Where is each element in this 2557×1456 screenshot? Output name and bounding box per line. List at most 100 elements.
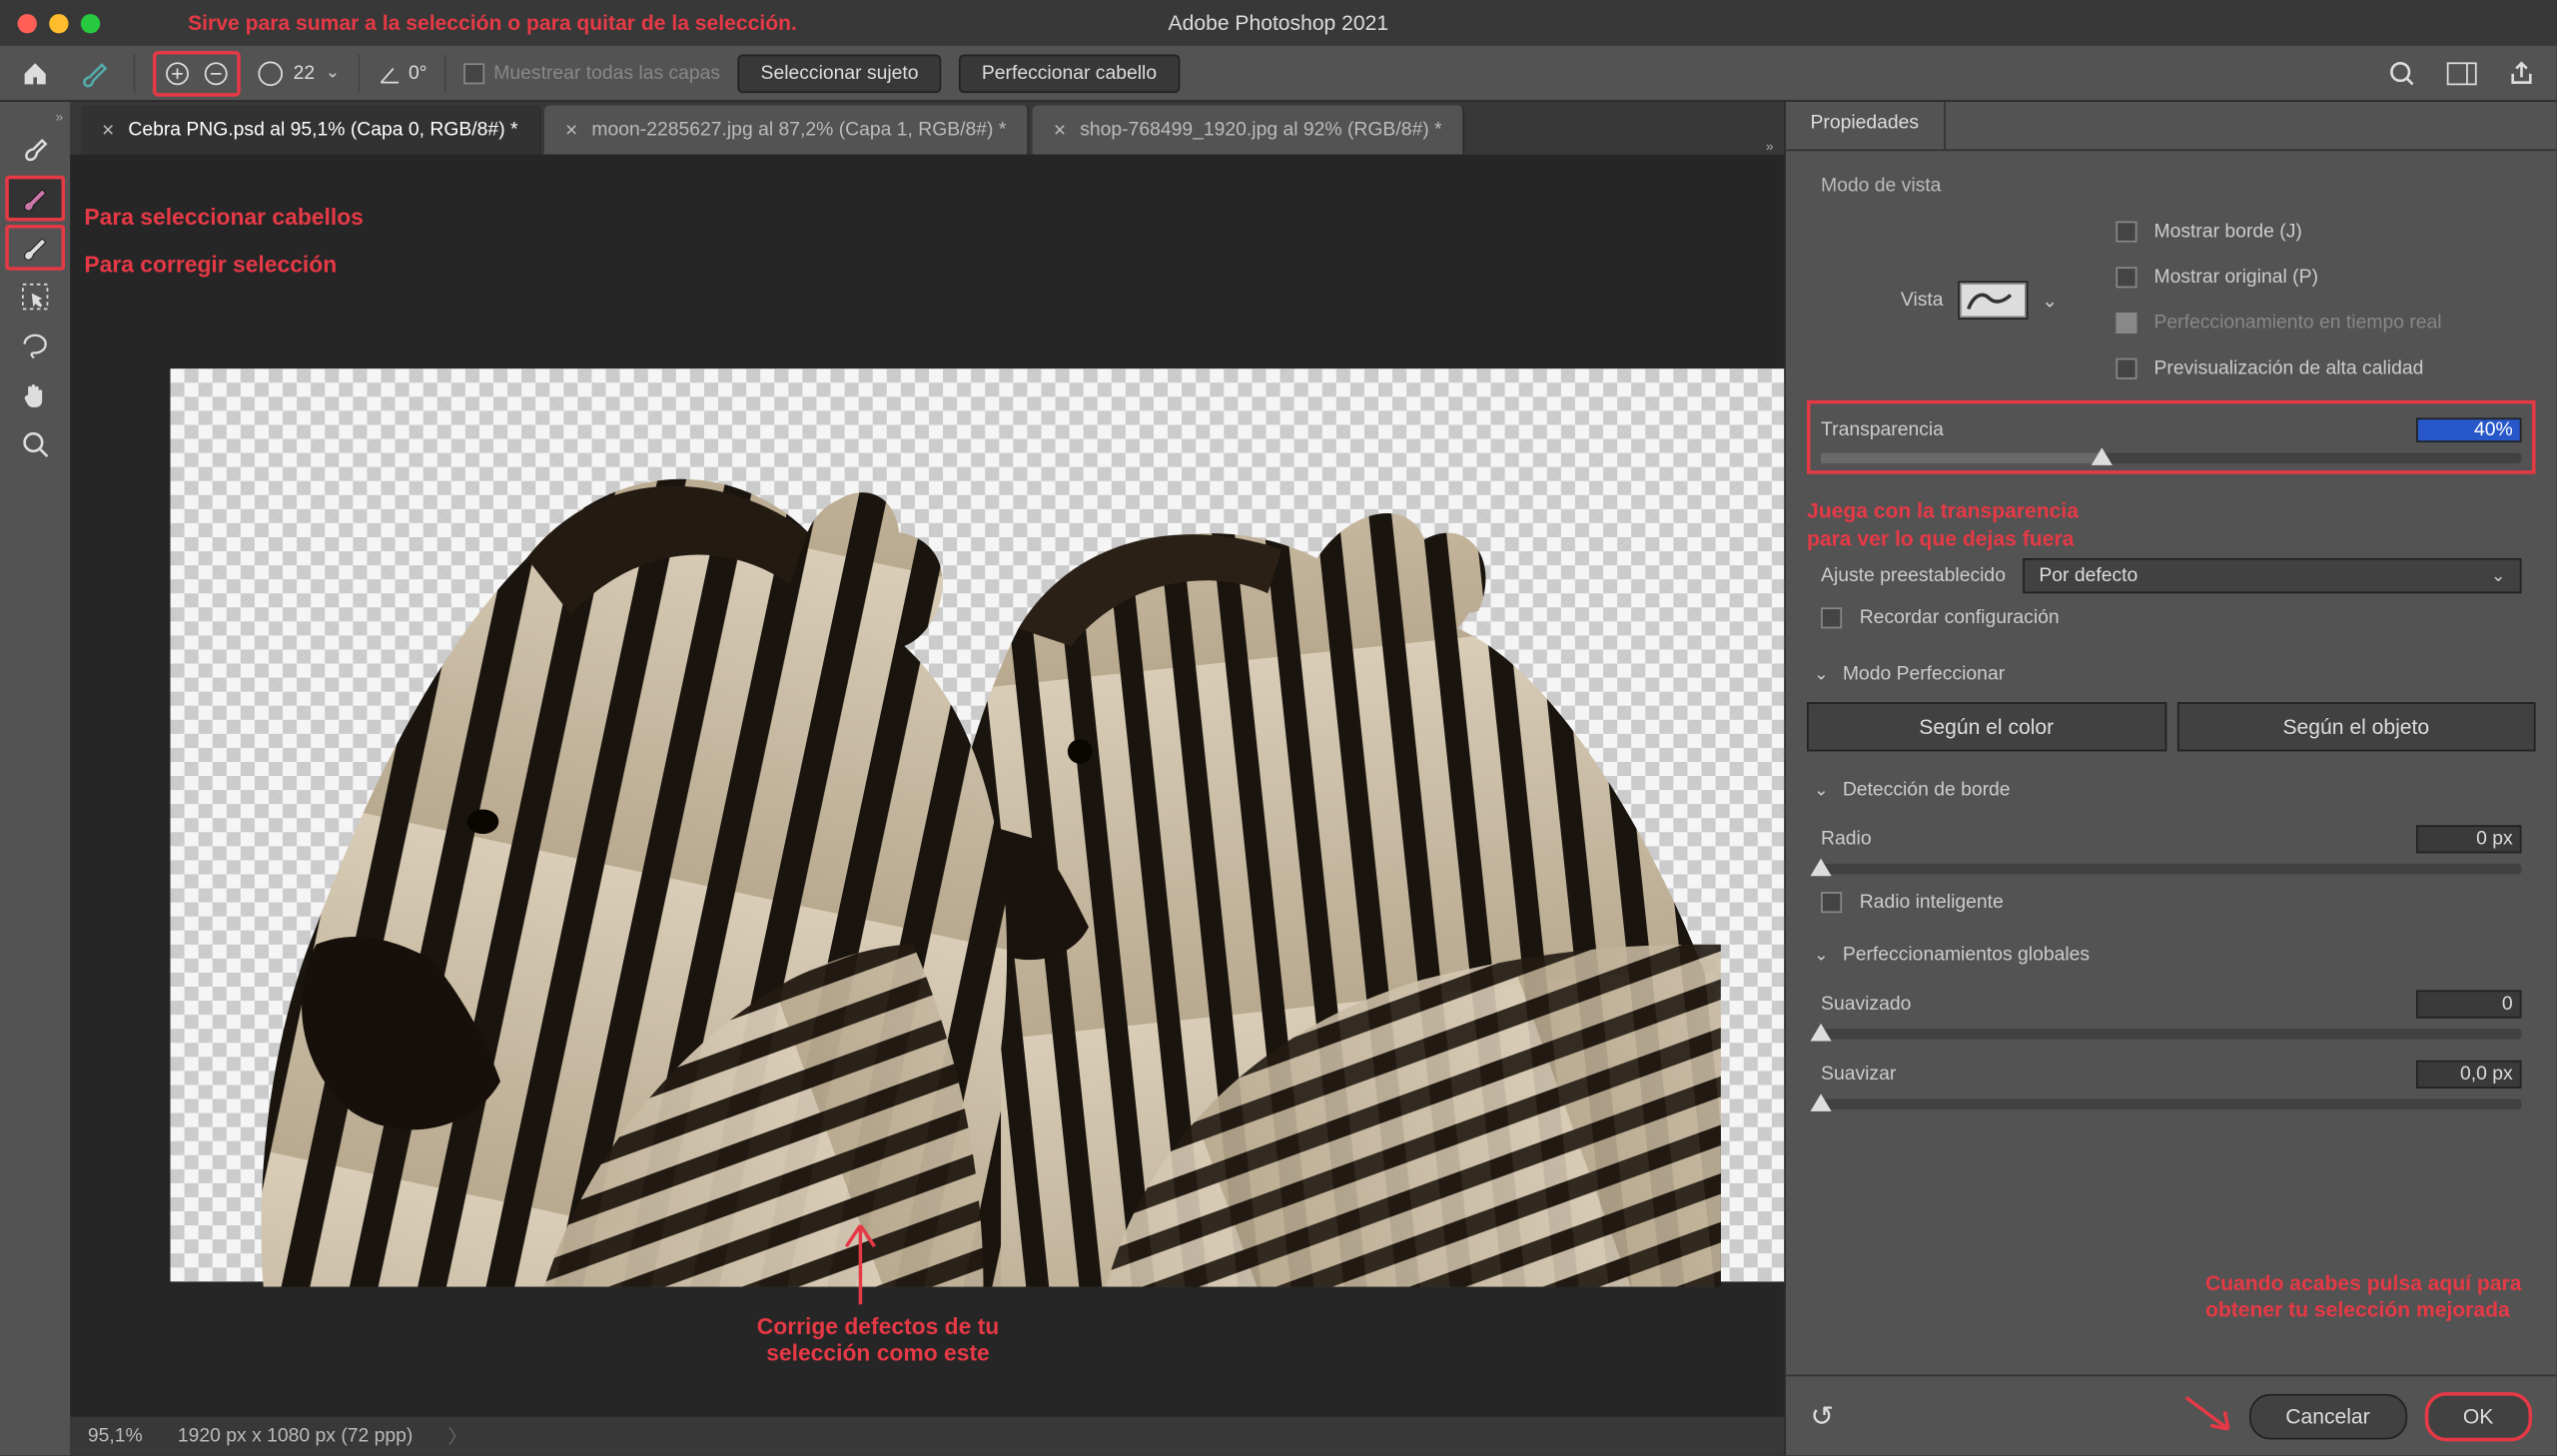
smooth-label: Suavizado bbox=[1821, 994, 1911, 1015]
document-dimensions: 1920 px x 1080 px (72 ppp) bbox=[178, 1425, 413, 1446]
feather-slider[interactable] bbox=[1821, 1099, 2521, 1110]
object-select-tool[interactable] bbox=[5, 274, 65, 320]
refine-edge-brush-tool[interactable] bbox=[5, 225, 65, 271]
annotation-hair-tool: Para seleccionar cabellos bbox=[84, 204, 363, 230]
panel-footer: ↺ Cancelar OK bbox=[1786, 1375, 2557, 1456]
lasso-tool[interactable] bbox=[5, 323, 65, 368]
vista-label: Vista bbox=[1901, 290, 1944, 311]
left-toolbar: » bbox=[0, 102, 70, 1455]
refine-hair-brush-tool[interactable] bbox=[5, 176, 65, 222]
brush-size-control[interactable]: 22 ⌄ bbox=[258, 61, 340, 86]
edge-detection-label: Detección de borde bbox=[1843, 780, 2011, 801]
select-subject-button[interactable]: Seleccionar sujeto bbox=[738, 54, 942, 93]
tab-label: Cebra PNG.psd al 95,1% (Capa 0, RGB/8#) … bbox=[128, 120, 517, 141]
cancel-button[interactable]: Cancelar bbox=[2248, 1393, 2406, 1439]
ok-button[interactable]: OK bbox=[2424, 1391, 2532, 1440]
chevron-down-icon: ⌄ bbox=[1814, 946, 1829, 965]
angle-icon bbox=[377, 61, 402, 86]
panel-content: Modo de vista Vista ⌄ Mostrar borde (J) … bbox=[1786, 151, 2557, 1374]
separator bbox=[134, 54, 136, 93]
radius-value[interactable]: 0 px bbox=[2416, 825, 2521, 853]
status-menu-icon[interactable]: 〉 bbox=[448, 1422, 467, 1450]
document-tabs: × Cebra PNG.psd al 95,1% (Capa 0, RGB/8#… bbox=[70, 102, 1784, 155]
feather-label: Suavizar bbox=[1821, 1064, 1896, 1085]
chevron-down-icon: ⌄ bbox=[326, 63, 341, 82]
annotation-arrow-icon bbox=[825, 1208, 895, 1313]
brush-tool-icon[interactable] bbox=[74, 52, 116, 94]
reset-icon[interactable]: ↺ bbox=[1810, 1398, 1834, 1433]
tab-label: shop-768499_1920.jpg al 92% (RGB/8#) * bbox=[1080, 120, 1441, 141]
chevron-down-icon[interactable]: ⌄ bbox=[2042, 289, 2063, 312]
options-bar: 22 ⌄ 0° Muestrear todas las capas Selecc… bbox=[0, 46, 2557, 102]
chevron-down-icon: ⌄ bbox=[1814, 664, 1829, 683]
tab-label: moon-2285627.jpg al 87,2% (Capa 1, RGB/8… bbox=[591, 120, 1006, 141]
brush-size-value: 22 bbox=[294, 62, 316, 83]
smooth-value[interactable]: 0 bbox=[2416, 991, 2521, 1019]
properties-tab[interactable]: Propiedades bbox=[1786, 102, 1946, 149]
document-tab[interactable]: × shop-768499_1920.jpg al 92% (RGB/8#) * bbox=[1033, 105, 1465, 154]
global-refinements-label: Perfeccionamientos globales bbox=[1843, 945, 2090, 966]
app-title: Adobe Photoshop 2021 bbox=[1169, 11, 1389, 36]
tabs-overflow-icon[interactable]: » bbox=[1766, 139, 1784, 155]
transparency-group: Transparencia 40% bbox=[1807, 400, 2536, 474]
subtract-from-selection-button[interactable] bbox=[197, 55, 236, 90]
slider-thumb-icon[interactable] bbox=[2091, 447, 2112, 465]
transparency-slider[interactable] bbox=[1821, 453, 2521, 464]
canvas-image bbox=[193, 417, 1756, 1286]
document-tab[interactable]: × Cebra PNG.psd al 95,1% (Capa 0, RGB/8#… bbox=[81, 105, 541, 154]
fullscreen-window-icon[interactable] bbox=[81, 13, 100, 32]
feather-value[interactable]: 0,0 px bbox=[2416, 1061, 2521, 1089]
refine-mode-section[interactable]: ⌄ Modo Perfeccionar bbox=[1807, 653, 2536, 695]
brush-preview-icon bbox=[258, 61, 283, 86]
refine-mode-label: Modo Perfeccionar bbox=[1843, 664, 2005, 685]
remember-settings-checkbox[interactable]: Recordar configuración bbox=[1807, 604, 2536, 632]
minimize-window-icon[interactable] bbox=[49, 13, 68, 32]
hq-preview-checkbox[interactable]: Previsualización de alta calidad bbox=[2116, 359, 2442, 379]
sample-all-layers-checkbox[interactable]: Muestrear todas las capas bbox=[463, 62, 720, 83]
show-original-checkbox[interactable]: Mostrar original (P) bbox=[2116, 267, 2442, 288]
slider-thumb-icon[interactable] bbox=[1810, 859, 1831, 877]
add-to-selection-button[interactable] bbox=[158, 55, 197, 90]
close-tab-icon[interactable]: × bbox=[565, 118, 577, 143]
close-tab-icon[interactable]: × bbox=[102, 118, 114, 143]
annotation-defect-l2: selección como este bbox=[702, 1339, 1054, 1365]
show-edge-checkbox[interactable]: Mostrar borde (J) bbox=[2116, 222, 2442, 243]
search-icon[interactable] bbox=[2381, 52, 2423, 94]
document-area: × Cebra PNG.psd al 95,1% (Capa 0, RGB/8#… bbox=[70, 102, 1784, 1455]
angle-control[interactable]: 0° bbox=[377, 61, 426, 86]
annotation-arrow-icon bbox=[2178, 1389, 2238, 1442]
zoom-tool[interactable] bbox=[5, 421, 65, 467]
hand-tool[interactable] bbox=[5, 372, 65, 418]
global-refinements-section[interactable]: ⌄ Perfeccionamientos globales bbox=[1807, 934, 2536, 976]
share-icon[interactable] bbox=[2500, 52, 2542, 94]
document-tab[interactable]: × moon-2285627.jpg al 87,2% (Capa 1, RGB… bbox=[544, 105, 1029, 154]
canvas-area[interactable]: Para seleccionar cabellos Para corregir … bbox=[70, 155, 1784, 1417]
home-icon[interactable] bbox=[14, 52, 56, 94]
annotation-fix-tool: Para corregir selección bbox=[84, 251, 337, 277]
quick-select-tool[interactable] bbox=[5, 127, 65, 173]
chevron-down-icon: ⌄ bbox=[1814, 780, 1829, 799]
close-window-icon[interactable] bbox=[18, 13, 37, 32]
close-tab-icon[interactable]: × bbox=[1054, 118, 1066, 143]
slider-thumb-icon[interactable] bbox=[1810, 1093, 1831, 1111]
annotation-ok: Cuando acabes pulsa aquí para obtener tu… bbox=[2205, 1270, 2522, 1325]
sample-all-layers-label: Muestrear todas las capas bbox=[493, 62, 720, 83]
collapse-handle-icon[interactable]: » bbox=[0, 109, 70, 125]
slider-thumb-icon[interactable] bbox=[1810, 1024, 1831, 1042]
status-bar: 95,1% 1920 px x 1080 px (72 ppp) 〉 bbox=[70, 1417, 1784, 1456]
preset-select[interactable]: Por defecto ⌄ bbox=[2024, 558, 2522, 593]
transparency-value[interactable]: 40% bbox=[2416, 417, 2521, 442]
zoom-level[interactable]: 95,1% bbox=[88, 1425, 143, 1446]
refine-by-color-button[interactable]: Según el color bbox=[1807, 702, 2166, 751]
view-thumbnail[interactable] bbox=[1958, 281, 2028, 320]
smooth-slider[interactable] bbox=[1821, 1029, 2521, 1040]
workspace-icon[interactable] bbox=[2441, 52, 2483, 94]
refine-hair-button[interactable]: Perfeccionar cabello bbox=[959, 54, 1180, 93]
transparency-label: Transparencia bbox=[1821, 419, 1944, 440]
smart-radius-checkbox[interactable]: Radio inteligente bbox=[1821, 882, 2521, 914]
annotation-defect: Corrige defectos de tu selección como es… bbox=[702, 1313, 1054, 1366]
add-subtract-selection-group bbox=[153, 50, 241, 96]
radius-slider[interactable] bbox=[1821, 864, 2521, 875]
refine-by-object-button[interactable]: Según el objeto bbox=[2176, 702, 2536, 751]
edge-detection-section[interactable]: ⌄ Detección de borde bbox=[1807, 769, 2536, 811]
